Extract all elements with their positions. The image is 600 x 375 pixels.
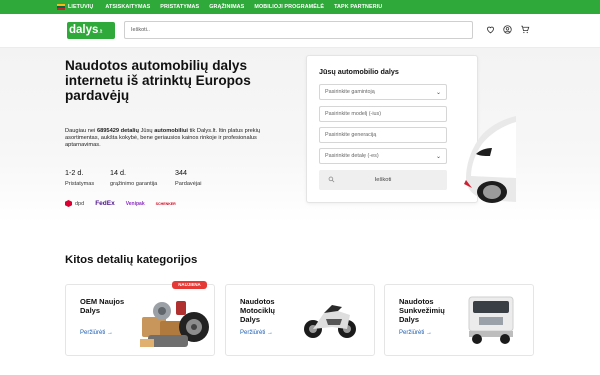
truck-image bbox=[468, 296, 514, 344]
category-card-title: OEM Naujos Dalys bbox=[80, 297, 125, 315]
manufacturer-select[interactable]: Pasirinkite gamintoją ⌄ bbox=[319, 84, 447, 100]
nav-link-partner[interactable]: TAPK PARTNERIU bbox=[334, 4, 382, 10]
nav-link-delivery[interactable]: PRISTATYMAS bbox=[160, 4, 199, 10]
view-link[interactable]: Peržiūrėti → bbox=[399, 330, 432, 336]
category-card-title: Naudotos Motociklų Dalys bbox=[240, 297, 275, 324]
category-card-motorcycle[interactable]: Naudotos Motociklų Dalys Peržiūrėti → bbox=[225, 284, 375, 356]
view-link[interactable]: Peržiūrėti → bbox=[240, 330, 273, 336]
nav-link-returns[interactable]: GRĄŽINIMAS bbox=[209, 4, 244, 10]
venipak-logo: Venipak bbox=[125, 200, 145, 207]
carrier-logos: dpd FedEx Venipak SCHENKER bbox=[65, 200, 176, 207]
language-label[interactable]: LIETUVIŲ bbox=[68, 4, 93, 10]
search-card-title: Jūsų automobilio dalys bbox=[319, 67, 399, 76]
car-parts-pile-image bbox=[140, 301, 209, 347]
cart-icon[interactable] bbox=[520, 25, 530, 34]
model-select[interactable]: Pasirinkite modelį (-ius) bbox=[319, 106, 447, 122]
dpd-cube-icon bbox=[65, 200, 72, 207]
stat-delivery: 1-2 d. Pristatymas bbox=[65, 168, 95, 187]
language-switch[interactable]: LIETUVIŲ bbox=[57, 4, 93, 10]
stat-returns: 14 d. grąžinimo garantija bbox=[110, 168, 158, 187]
chevron-down-icon: ⌄ bbox=[435, 154, 441, 160]
search-button[interactable]: Ieškoti bbox=[319, 170, 447, 190]
generation-select[interactable]: Pasirinkite generaciją bbox=[319, 127, 447, 143]
lithuania-flag-icon bbox=[57, 4, 65, 10]
hero-title: Naudotos automobilių dalys internetu iš … bbox=[65, 58, 251, 104]
view-link[interactable]: Peržiūrėti → bbox=[80, 330, 113, 336]
chevron-down-icon: ⌄ bbox=[435, 90, 441, 96]
part-select[interactable]: Pasirinkite detalę (-es) ⌄ bbox=[319, 148, 447, 164]
parts-search-card: Jūsų automobilio dalys Pasirinkite gamin… bbox=[306, 55, 478, 203]
hero-stats: 1-2 d. Pristatymas 14 d. grąžinimo garanti… bbox=[65, 168, 201, 187]
nav-link-payment[interactable]: ATSISKAITYMAS bbox=[105, 4, 150, 10]
search-input[interactable]: Ieškoti.. bbox=[124, 21, 473, 39]
new-badge: NAUJIENA bbox=[172, 281, 207, 289]
dpd-logo: dpd bbox=[65, 200, 84, 207]
user-icon[interactable] bbox=[503, 25, 512, 34]
top-bar: LIETUVIŲ ATSISKAITYMAS PRISTATYMAS GRĄŽI… bbox=[0, 0, 600, 14]
site-logo[interactable]: dalys.lt bbox=[67, 22, 115, 39]
search-icon bbox=[328, 176, 335, 183]
white-car-image bbox=[464, 116, 516, 203]
schenker-logo: SCHENKER bbox=[155, 201, 176, 206]
site-header: dalys.lt Ieškoti.. bbox=[0, 14, 600, 48]
category-card-truck[interactable]: Naudotos Sunkvežimių Dalys Peržiūrėti → bbox=[384, 284, 534, 356]
nav-link-mobile-app[interactable]: MOBILIOJI PROGRAMĖLĖ bbox=[254, 4, 324, 10]
stat-sellers: 344 Pardavėjai bbox=[175, 168, 202, 187]
fedex-logo: FedEx bbox=[95, 200, 115, 207]
heart-icon[interactable] bbox=[486, 25, 495, 34]
category-card-title: Naudotos Sunkvežimių Dalys bbox=[399, 297, 445, 324]
category-card-oem[interactable]: OEM Naujos Dalys Peržiūrėti → bbox=[65, 284, 215, 356]
categories-title: Kitos detalių kategorijos bbox=[65, 254, 198, 266]
motorcycle-image bbox=[304, 305, 356, 338]
hero-description: Daugiau nei 6895429 detalių Jūsų automob… bbox=[65, 128, 261, 149]
